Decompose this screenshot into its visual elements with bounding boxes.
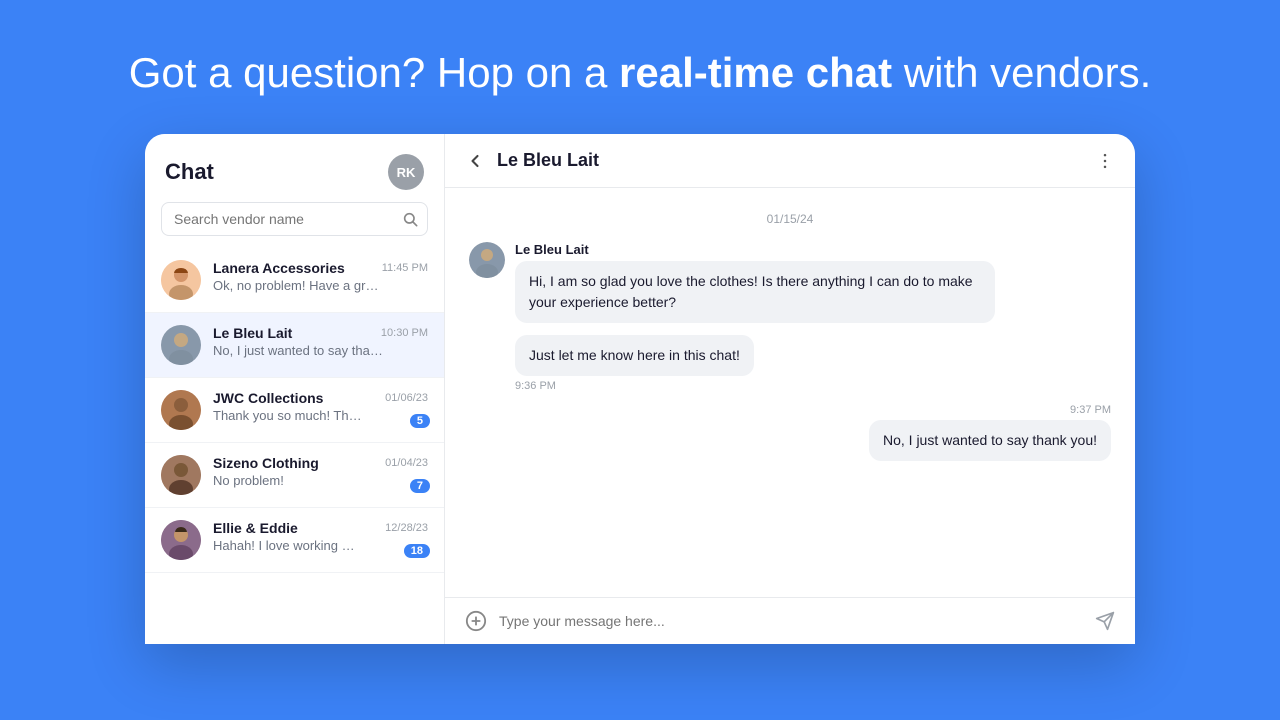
chat-item-body: Le Bleu Lait 10:30 PM No, I just wanted … xyxy=(213,325,428,358)
more-options-button[interactable] xyxy=(1095,151,1115,171)
chat-item-preview: No, I just wanted to say thank you! xyxy=(213,343,383,358)
chat-list-panel: Chat RK xyxy=(145,134,445,644)
unread-badge: 18 xyxy=(404,544,430,558)
message-time: 9:36 PM xyxy=(515,380,754,392)
app-window: Chat RK xyxy=(145,134,1135,644)
message-bubble: Hi, I am so glad you love the clothes! I… xyxy=(515,261,995,323)
chat-item-time: 11:45 PM xyxy=(382,262,428,274)
message-row: Just let me know here in this chat! 9:36… xyxy=(469,335,1111,392)
message-content: Just let me know here in this chat! 9:36… xyxy=(515,335,754,392)
message-content: 9:37 PM No, I just wanted to say thank y… xyxy=(869,404,1111,461)
chat-item-top: Le Bleu Lait 10:30 PM xyxy=(213,325,428,341)
message-row: Le Bleu Lait Hi, I am so glad you love t… xyxy=(469,242,1111,323)
search-bar xyxy=(161,202,428,236)
chat-item[interactable]: Ellie & Eddie 12/28/23 Hahah! I love wor… xyxy=(145,508,444,573)
chat-item-time: 01/06/23 xyxy=(385,392,428,404)
search-input[interactable] xyxy=(161,202,428,236)
avatar xyxy=(161,260,201,300)
chat-item-name: Le Bleu Lait xyxy=(213,325,292,341)
chat-list-header: Chat RK xyxy=(145,134,444,202)
message-bubble: Just let me know here in this chat! xyxy=(515,335,754,376)
chat-item[interactable]: Lanera Accessories 11:45 PM Ok, no probl… xyxy=(145,248,444,313)
chat-item-body: JWC Collections 01/06/23 Thank you so mu… xyxy=(213,390,428,423)
date-divider: 01/15/24 xyxy=(469,212,1111,226)
chat-item-name: JWC Collections xyxy=(213,390,323,406)
message-content: Le Bleu Lait Hi, I am so glad you love t… xyxy=(515,242,995,323)
chat-item-body: Lanera Accessories 11:45 PM Ok, no probl… xyxy=(213,260,428,293)
chat-item-body: Ellie & Eddie 12/28/23 Hahah! I love wor… xyxy=(213,520,428,553)
message-sender: Le Bleu Lait xyxy=(515,242,995,257)
message-avatar xyxy=(469,242,505,278)
chat-item[interactable]: Le Bleu Lait 10:30 PM No, I just wanted … xyxy=(145,313,444,378)
avatar xyxy=(161,390,201,430)
avatar xyxy=(161,455,201,495)
user-avatar: RK xyxy=(388,154,424,190)
hero-title: Got a question? Hop on a real-time chat … xyxy=(129,48,1152,98)
chat-item-time: 01/04/23 xyxy=(385,457,428,469)
chat-item-preview: Ok, no problem! Have a great day! xyxy=(213,278,383,293)
chat-item-name: Lanera Accessories xyxy=(213,260,345,276)
chat-item-top: Lanera Accessories 11:45 PM xyxy=(213,260,428,276)
chat-panel-title: Chat xyxy=(165,159,214,185)
chat-item[interactable]: JWC Collections 01/06/23 Thank you so mu… xyxy=(145,378,444,443)
chat-main-panel: Le Bleu Lait 01/15/24 Le B xyxy=(445,134,1135,644)
message-input[interactable] xyxy=(499,613,1083,629)
message-row: 9:37 PM No, I just wanted to say thank y… xyxy=(469,404,1111,461)
chat-item-name: Ellie & Eddie xyxy=(213,520,298,536)
chat-item-time: 12/28/23 xyxy=(385,522,428,534)
chat-vendor-name: Le Bleu Lait xyxy=(497,150,1095,171)
messages-area: 01/15/24 Le Bleu Lait Hi, I am so glad y… xyxy=(445,188,1135,597)
chat-item-top: Ellie & Eddie 12/28/23 xyxy=(213,520,428,536)
unread-badge: 5 xyxy=(410,414,430,428)
chat-item[interactable]: Sizeno Clothing 01/04/23 No problem! 7 xyxy=(145,443,444,508)
back-button[interactable] xyxy=(465,151,485,171)
chat-item-time: 10:30 PM xyxy=(381,327,428,339)
search-icon-button[interactable] xyxy=(402,211,418,227)
chat-items-list: Lanera Accessories 11:45 PM Ok, no probl… xyxy=(145,248,444,644)
chat-item-preview: Thank you so much! That was very helpful… xyxy=(213,408,363,423)
chat-item-top: Sizeno Clothing 01/04/23 xyxy=(213,455,428,471)
chat-item-top: JWC Collections 01/06/23 xyxy=(213,390,428,406)
chat-item-preview: Hahah! I love working with you Sasha! xyxy=(213,538,363,553)
chat-item-name: Sizeno Clothing xyxy=(213,455,319,471)
avatar xyxy=(161,325,201,365)
chat-main-header: Le Bleu Lait xyxy=(445,134,1135,188)
send-button[interactable] xyxy=(1095,611,1115,631)
avatar xyxy=(161,520,201,560)
attach-button[interactable] xyxy=(465,610,487,632)
message-bubble: No, I just wanted to say thank you! xyxy=(869,420,1111,461)
unread-badge: 7 xyxy=(410,479,430,493)
chat-item-preview: No problem! xyxy=(213,473,383,488)
chat-input-bar xyxy=(445,597,1135,644)
chat-item-body: Sizeno Clothing 01/04/23 No problem! xyxy=(213,455,428,488)
